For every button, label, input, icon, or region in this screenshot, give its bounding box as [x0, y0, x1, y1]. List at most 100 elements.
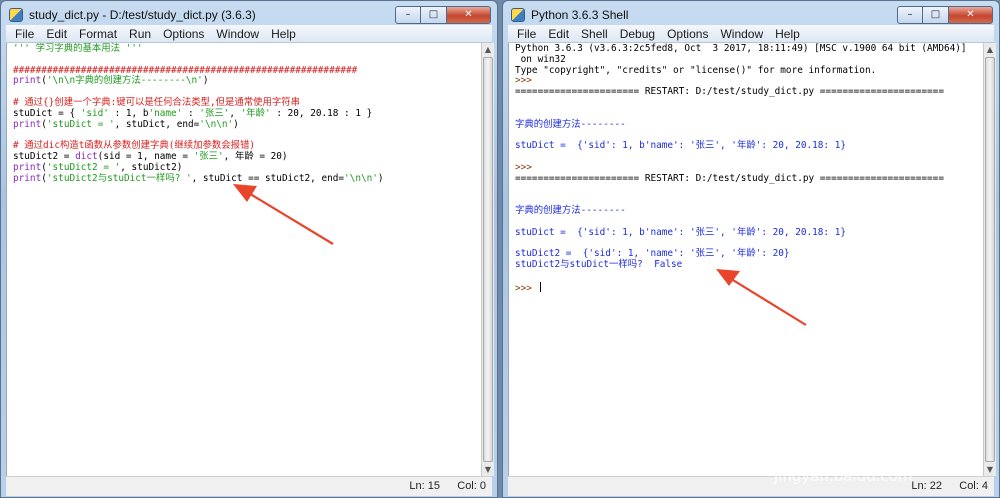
- editor-menu-options[interactable]: Options: [157, 25, 210, 43]
- maximize-button[interactable]: □: [421, 6, 447, 24]
- minimize-button[interactable]: –: [395, 6, 421, 24]
- editor-menu-format[interactable]: Format: [73, 25, 123, 43]
- code-token: , stuDict == stuDict2, end=: [191, 172, 345, 184]
- editor-menu-help[interactable]: Help: [265, 25, 302, 43]
- editor-menu-edit[interactable]: Edit: [40, 25, 73, 43]
- code-token: , stuDict2): [120, 161, 183, 173]
- close-button[interactable]: ✕: [447, 6, 491, 24]
- code-token: ''' 学习字典的基本用法 ''': [13, 43, 143, 54]
- shell-menu-edit[interactable]: Edit: [542, 25, 575, 43]
- code-token: stuDict = {: [13, 107, 81, 119]
- code-token: >>>: [515, 161, 538, 173]
- code-token: print: [13, 161, 42, 173]
- code-token: '年龄': [240, 107, 271, 119]
- shell-line: stuDict = {'sid': 1, b'name': '张三', '年龄'…: [515, 140, 979, 152]
- shell-menu-debug[interactable]: Debug: [614, 25, 661, 43]
- code-token: :: [182, 107, 200, 119]
- code-token: 字典的创建方法--------: [515, 118, 626, 130]
- shell-line: [515, 184, 979, 195]
- code-token: # 通过{}创建一个字典:键可以是任何合法类型,但是通常使用字符串: [13, 96, 300, 108]
- shell-menu-file[interactable]: File: [511, 25, 542, 43]
- editor-menubar: File Edit Format Run Options Window Help: [6, 25, 492, 43]
- scroll-thumb[interactable]: [483, 57, 493, 462]
- code-token: '张三': [193, 150, 224, 162]
- editor-window: study_dict.py - D:/test/study_dict.py (3…: [0, 0, 498, 498]
- editor-status-col: Col: 0: [457, 480, 486, 492]
- shell-line: 字典的创建方法--------: [515, 204, 979, 217]
- shell-line: >>>: [515, 281, 979, 294]
- code-token: print: [13, 118, 42, 130]
- python-app-icon: [511, 8, 525, 22]
- text-cursor: [539, 281, 541, 292]
- code-token: stuDict = {'sid': 1, b'name': '张三', '年龄'…: [515, 140, 847, 152]
- code-token: , 年龄 = 20): [223, 150, 288, 162]
- code-token: 'stuDict2与stuDict一样吗? ': [46, 172, 192, 184]
- close-button[interactable]: ✕: [949, 6, 993, 24]
- editor-title: study_dict.py - D:/test/study_dict.py (3…: [29, 8, 256, 22]
- minimize-button[interactable]: –: [897, 6, 923, 24]
- code-token: stuDict2 = {'sid': 1, 'name': '张三', '年龄'…: [515, 248, 790, 260]
- scroll-down-arrow-icon[interactable]: ▼: [482, 463, 494, 476]
- shell-menu-shell[interactable]: Shell: [575, 25, 614, 43]
- shell-line: 字典的创建方法--------: [515, 118, 979, 131]
- editor-menu-file[interactable]: File: [9, 25, 40, 43]
- code-token: on win32: [515, 53, 566, 65]
- maximize-button[interactable]: □: [923, 6, 949, 24]
- code-token: : 20, 20.18 : 1 }: [270, 107, 373, 119]
- shell-output: Python 3.6.3 (v3.6.3:2c5fed8, Oct 3 2017…: [515, 43, 979, 294]
- code-token: '\n\n': [199, 118, 234, 130]
- shell-status-line: Ln: 22: [911, 480, 942, 492]
- code-token: ########################################…: [13, 64, 358, 76]
- scroll-down-arrow-icon[interactable]: ▼: [984, 463, 996, 476]
- shell-line: stuDict = {'sid': 1, b'name': '张三', '年龄'…: [515, 226, 979, 239]
- code-token: 'sid': [80, 107, 109, 119]
- shell-status-col: Col: 4: [959, 480, 988, 492]
- shell-line: Python 3.6.3 (v3.6.3:2c5fed8, Oct 3 2017…: [515, 43, 979, 55]
- code-token: '\n\n': [344, 172, 378, 184]
- editor-status-line: Ln: 15: [409, 480, 440, 492]
- code-token: Python 3.6.3 (v3.6.3:2c5fed8, Oct 3 2017…: [515, 43, 967, 54]
- editor-menu-window[interactable]: Window: [210, 25, 265, 43]
- editor-code: ''' 学习字典的基本用法 ''' #######################…: [13, 43, 477, 185]
- shell-window-controls: – □ ✕: [897, 6, 993, 24]
- code-token: stuDict2与stuDict一样吗? False: [515, 258, 683, 270]
- editor-text-area[interactable]: ''' 学习字典的基本用法 ''' #######################…: [6, 43, 481, 476]
- code-token: >>>: [515, 282, 538, 294]
- scroll-up-arrow-icon[interactable]: ▲: [482, 43, 494, 56]
- code-line: print('stuDict2与stuDict一样吗? ', stuDict =…: [13, 172, 477, 185]
- code-line: print('stuDict = ', stuDict, end='\n\n'): [13, 118, 477, 131]
- shell-menu-window[interactable]: Window: [714, 25, 769, 43]
- code-token: ====================== RESTART: D:/test/…: [515, 172, 944, 184]
- code-token: stuDict = {'sid': 1, b'name': '张三', '年龄'…: [515, 226, 847, 238]
- code-token: , stuDict, end=: [114, 118, 200, 130]
- code-token: : 1, b: [108, 107, 149, 119]
- editor-menu-run[interactable]: Run: [123, 25, 157, 43]
- idle-app-icon: [9, 8, 23, 22]
- code-token: 字典的创建方法--------: [515, 204, 626, 216]
- code-token: ): [202, 75, 209, 87]
- code-token: ): [233, 118, 239, 130]
- shell-line: ====================== RESTART: D:/test/…: [515, 172, 979, 185]
- editor-window-controls: – □ ✕: [395, 6, 491, 24]
- shell-window: Python 3.6.3 Shell – □ ✕ File Edit Shell De…: [502, 0, 1000, 498]
- code-token: stuDict2 =: [13, 150, 76, 162]
- shell-line: Type "copyright", "credits" or "license(…: [515, 64, 979, 77]
- shell-line: stuDict2与stuDict一样吗? False: [515, 258, 979, 271]
- shell-statusbar: Ln: 22 Col: 4: [508, 476, 994, 496]
- code-token: '\n\n字典的创建方法--------\n': [46, 75, 203, 87]
- shell-menu-options[interactable]: Options: [661, 25, 714, 43]
- code-token: # 通过dic构造t函数从参数创建字典(继续加参数会报错): [13, 140, 256, 152]
- shell-line: [515, 98, 979, 109]
- shell-line: ====================== RESTART: D:/test/…: [515, 86, 979, 98]
- shell-text-area[interactable]: Python 3.6.3 (v3.6.3:2c5fed8, Oct 3 2017…: [508, 43, 983, 476]
- shell-menu-help[interactable]: Help: [769, 25, 806, 43]
- shell-title: Python 3.6.3 Shell: [531, 8, 629, 22]
- scroll-up-arrow-icon[interactable]: ▲: [984, 43, 996, 56]
- code-token: Type "copyright", "credits" or "license(…: [515, 64, 877, 76]
- code-token: '张三': [199, 107, 230, 119]
- code-line: print('\n\n字典的创建方法--------\n'): [13, 75, 477, 87]
- scroll-thumb[interactable]: [985, 57, 995, 462]
- shell-scrollbar[interactable]: ▲ ▼: [983, 43, 996, 476]
- code-token: dict: [75, 150, 98, 162]
- editor-scrollbar[interactable]: ▲ ▼: [481, 43, 494, 476]
